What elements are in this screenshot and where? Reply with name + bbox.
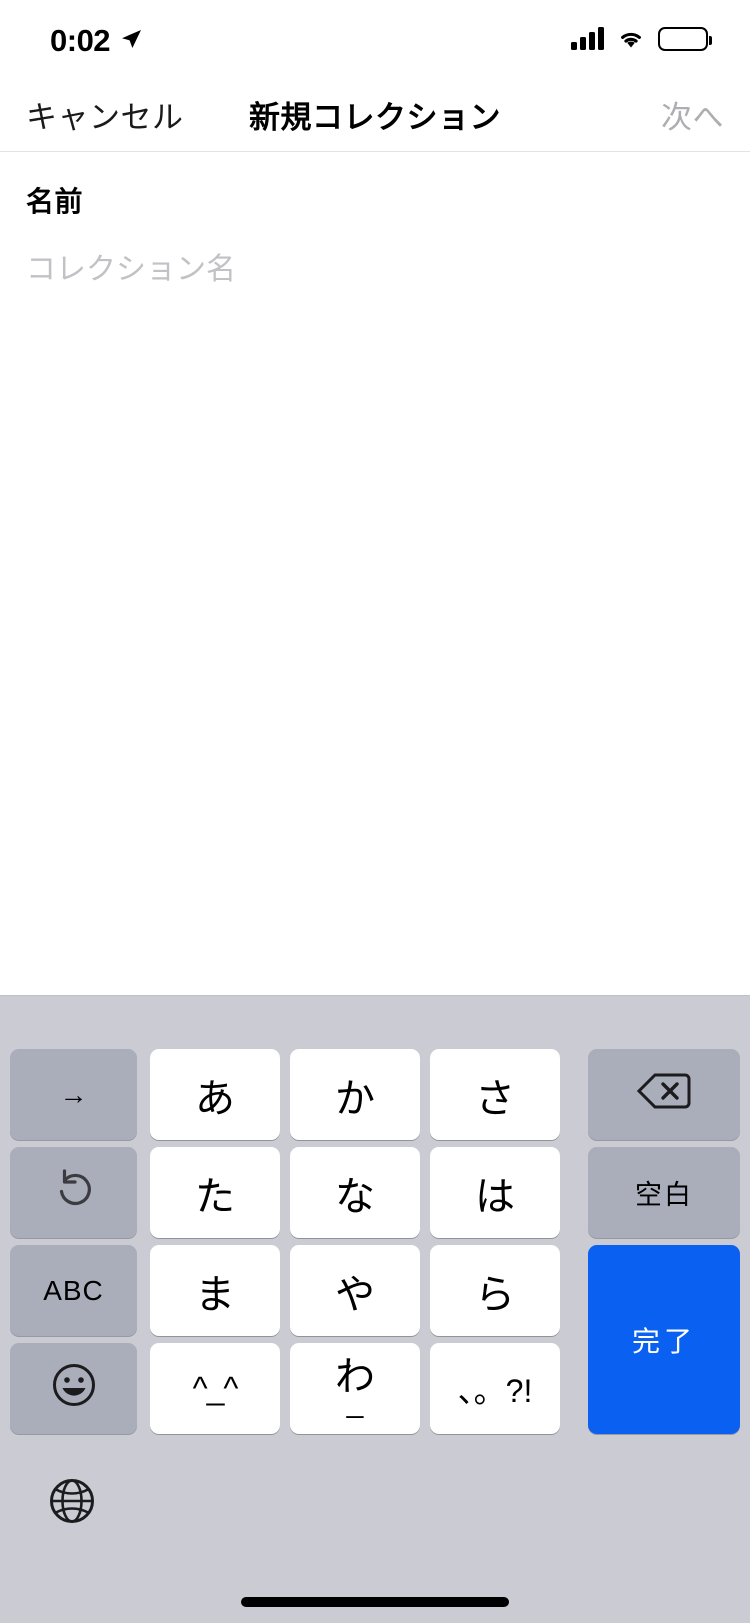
space-key[interactable]: 空白 [588,1147,740,1238]
key-kaomoji[interactable]: ^_^ [150,1343,280,1434]
key-ya-label: や [335,1272,375,1317]
delete-backward-icon [636,1071,691,1118]
key-wa-sublabel: _ [346,1386,364,1420]
cancel-button[interactable]: キャンセル [26,92,184,137]
done-key-label: 完了 [631,1325,696,1357]
status-bar-left: 0:02 [50,23,143,56]
space-key-label: 空白 [635,1180,693,1210]
key-ha[interactable]: は [430,1147,560,1238]
key-wa[interactable]: わ _ [290,1343,420,1434]
key-kaomoji-label: ^_^ [192,1370,239,1406]
done-key[interactable]: 完了 [588,1245,740,1434]
key-punctuation-label: 、。?! [457,1372,533,1409]
key-ta-label: た [195,1174,235,1219]
key-ha-label: は [475,1174,515,1219]
form-area: 名前 [0,153,750,995]
abc-key[interactable]: ABC [10,1245,137,1336]
key-na[interactable]: な [290,1147,420,1238]
japanese-kana-keyboard: → あ か さた な は 空白 ABC ま や ら完了 ^_^ わ _ 、。?! [0,995,750,1623]
abc-key-label: ABC [43,1274,104,1306]
key-ka-label: か [335,1076,375,1121]
globe-icon [50,1479,94,1523]
status-bar-right [571,27,712,51]
key-ka[interactable]: か [290,1049,420,1140]
keyboard-key-grid: → あ か さた な は 空白 ABC ま や ら完了 ^_^ わ _ 、。?! [0,1049,750,1443]
next-button[interactable]: 次へ [661,92,724,137]
key-na-label: な [335,1174,375,1219]
key-a[interactable]: あ [150,1049,280,1140]
wifi-icon [616,28,646,50]
key-ra[interactable]: ら [430,1245,560,1336]
delete-key[interactable] [588,1049,740,1140]
smiley-face-icon [51,1362,97,1415]
key-ta[interactable]: た [150,1147,280,1238]
undo-key[interactable] [10,1147,137,1238]
battery-full-icon [658,27,712,51]
key-ma[interactable]: ま [150,1245,280,1336]
collection-name-input[interactable] [26,253,706,287]
key-punctuation[interactable]: 、。?! [430,1343,560,1434]
key-ya[interactable]: や [290,1245,420,1336]
navigation-bar: キャンセル 新規コレクション 次へ [0,78,750,152]
key-a-label: あ [195,1076,235,1121]
name-field-label: 名前 [26,186,84,217]
undo-arrow-icon [52,1167,96,1218]
key-sa-label: さ [475,1076,515,1121]
emoji-key[interactable] [10,1343,137,1434]
status-bar: 0:02 [0,0,750,78]
location-arrow-icon [119,27,143,51]
globe-key[interactable] [40,1469,104,1533]
key-ma-label: ま [195,1272,235,1317]
key-sa[interactable]: さ [430,1049,560,1140]
home-indicator [241,1597,509,1607]
next-candidate-key[interactable]: → [10,1049,137,1140]
status-time: 0:02 [50,22,111,58]
next-candidate-key-label: → [59,1078,88,1110]
key-ra-label: ら [475,1272,515,1317]
cellular-signal-icon [571,27,604,50]
